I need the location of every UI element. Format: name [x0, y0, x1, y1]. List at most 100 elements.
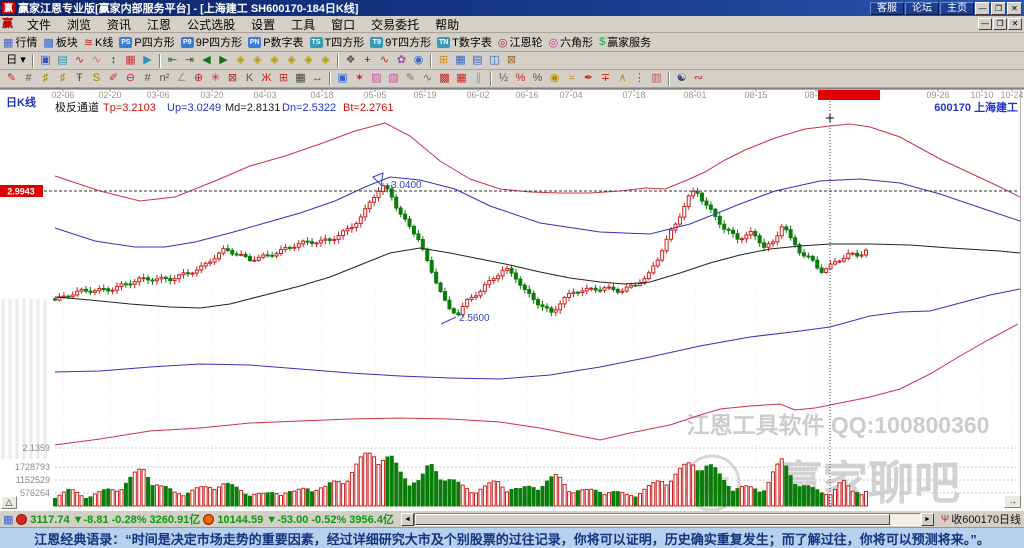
kline-button[interactable]: ≋ K线	[84, 34, 114, 50]
chart-expand-button[interactable]: △	[1, 496, 17, 509]
angle-tool[interactable]: ∠	[173, 71, 190, 86]
zoom-diamond-4[interactable]: ◈	[283, 53, 300, 68]
trend-red-icon[interactable]: ∿	[71, 53, 88, 68]
parallel-tool[interactable]: ∥	[470, 71, 487, 86]
gold-circle-tool[interactable]: ◉	[546, 71, 563, 86]
menu-item-交易委托[interactable]: 交易委托	[363, 15, 427, 34]
quotes-button[interactable]: ▦ 行情	[3, 34, 37, 50]
menu-item-帮助[interactable]: 帮助	[427, 15, 467, 34]
menu-item-窗口[interactable]: 窗口	[323, 15, 363, 34]
n2-tool[interactable]: n²	[156, 71, 173, 86]
crosshair-icon[interactable]: +	[359, 53, 376, 68]
pct-tool[interactable]: %	[529, 71, 546, 86]
kline-chart[interactable]: 财赢江恩工具软件 QQ:100800360赢家聊吧02-0602-2003-06…	[0, 89, 1024, 511]
k-mark-tool[interactable]: K	[241, 71, 258, 86]
save-icon[interactable]: ◫	[486, 53, 503, 68]
half-tool[interactable]: ½	[495, 71, 512, 86]
flower-icon[interactable]: ✿	[393, 53, 410, 68]
close-button[interactable]: ✕	[1007, 1, 1022, 15]
9p-square-button[interactable]: P9 9P四方形	[180, 34, 242, 50]
tri-lines-tool[interactable]: ∧	[614, 71, 631, 86]
menu-item-设置[interactable]: 设置	[243, 15, 283, 34]
red-net-1[interactable]: Ж	[258, 71, 275, 86]
grid-red-icon[interactable]: ▦	[122, 53, 139, 68]
prev-bar-icon[interactable]: ◀	[198, 53, 215, 68]
scale-toggle-icon[interactable]: ↕	[105, 53, 122, 68]
target-icon[interactable]: ◉	[410, 53, 427, 68]
hexagon-button[interactable]: ◎ 六角形	[548, 34, 593, 50]
p-table-button[interactable]: PN P数字表	[248, 34, 304, 50]
fan-tool[interactable]: ✶	[351, 71, 368, 86]
titlebar-link-0[interactable]: 客服	[870, 1, 904, 15]
slope-tool[interactable]: ✎	[402, 71, 419, 86]
gold-bars-tool[interactable]: ≈	[563, 71, 580, 86]
pan-hand-icon[interactable]: ❖	[342, 53, 359, 68]
magenta-box-1[interactable]: ▨	[368, 71, 385, 86]
export-icon[interactable]: ⊠	[503, 53, 520, 68]
magenta-box-2[interactable]: ▧	[385, 71, 402, 86]
first-page-icon[interactable]: ⇤	[164, 53, 181, 68]
menu-item-资讯[interactable]: 资讯	[99, 15, 139, 34]
star-tool[interactable]: ✳	[207, 71, 224, 86]
period-day-selector[interactable]: 日 ▾	[3, 53, 29, 68]
notes-icon[interactable]: ▤	[469, 53, 486, 68]
blue-box-tool[interactable]: ▣	[334, 71, 351, 86]
calculator-icon[interactable]: ▦	[452, 53, 469, 68]
minimize-button[interactable]: —	[975, 1, 990, 15]
shenzhen-index-icon[interactable]	[203, 513, 215, 525]
grid-tool-4[interactable]: ▦	[453, 71, 470, 86]
flag-icon[interactable]: ▶	[139, 53, 156, 68]
spiral-tool[interactable]: S	[88, 71, 105, 86]
mdi-close-button[interactable]: ✕	[1008, 18, 1022, 30]
zoom-diamond-1[interactable]: ◈	[232, 53, 249, 68]
gann-grid-1[interactable]: ♯	[37, 71, 54, 86]
last-page-icon[interactable]: ⇥	[181, 53, 198, 68]
menu-item-江恩[interactable]: 江恩	[139, 15, 179, 34]
pencil-tool[interactable]: ✐	[105, 71, 122, 86]
report-icon[interactable]: ▤	[54, 53, 71, 68]
gann-grid-2[interactable]: ♯	[54, 71, 71, 86]
winner-service-button[interactable]: $ 赢家服务	[599, 34, 651, 50]
scrollbar-track[interactable]	[413, 512, 921, 526]
black-grid-tool[interactable]: ▦	[292, 71, 309, 86]
pct-red-tool[interactable]: %	[512, 71, 529, 86]
restore-button[interactable]: ❐	[991, 1, 1006, 15]
p-square-button[interactable]: PS P四方形	[119, 34, 175, 50]
width-tool[interactable]: ↔	[309, 71, 326, 86]
taiji-icon[interactable]: ☯	[673, 71, 690, 86]
tbar-tool[interactable]: Ŧ	[71, 71, 88, 86]
trend-pink-icon[interactable]: ∿	[88, 53, 105, 68]
t-square-button[interactable]: TS T四方形	[309, 34, 364, 50]
titlebar-link-2[interactable]: 主页	[940, 1, 974, 15]
zoom-diamond-2[interactable]: ◈	[249, 53, 266, 68]
wave-tool[interactable]: ∿	[419, 71, 436, 86]
menu-item-浏览[interactable]: 浏览	[59, 15, 99, 34]
mdi-restore-button[interactable]: ❐	[993, 18, 1007, 30]
rays-tool[interactable]: ⋮	[631, 71, 648, 86]
zoom-diamond-3[interactable]: ◈	[266, 53, 283, 68]
zoom-diamond-6[interactable]: ◈	[317, 53, 334, 68]
infinity-icon[interactable]: ∾	[690, 71, 707, 86]
window-icon[interactable]: ▣	[37, 53, 54, 68]
titlebar-link-1[interactable]: 论坛	[905, 1, 939, 15]
zigzag-icon[interactable]: ∿	[376, 53, 393, 68]
dense-grid-tool[interactable]: ▥	[648, 71, 665, 86]
compass-tool[interactable]: ⊕	[190, 71, 207, 86]
marker-tool[interactable]: ✒	[580, 71, 597, 86]
hash-tool[interactable]: #	[20, 71, 37, 86]
status-scrollbar[interactable]: ◄ ►	[400, 512, 934, 526]
scroll-right-arrow[interactable]: ►	[920, 512, 934, 526]
t-table-button[interactable]: TN T数字表	[437, 34, 492, 50]
menu-item-公式选股[interactable]: 公式选股	[179, 15, 243, 34]
status-grid-icon[interactable]: ▦	[3, 513, 13, 526]
zoom-diamond-5[interactable]: ◈	[300, 53, 317, 68]
box-x-tool[interactable]: ⊠	[224, 71, 241, 86]
gann-wheel-button[interactable]: ◎ 江恩轮	[498, 34, 543, 50]
scroll-left-arrow[interactable]: ◄	[400, 512, 414, 526]
chart-scroll-right-button[interactable]: →	[1004, 495, 1021, 508]
sectors-button[interactable]: ▩ 板块	[43, 34, 77, 50]
grid-tool-3[interactable]: ▩	[436, 71, 453, 86]
circle-strike-tool[interactable]: ⊖	[122, 71, 139, 86]
ruler-tool[interactable]: #	[139, 71, 156, 86]
next-bar-icon[interactable]: ▶	[215, 53, 232, 68]
